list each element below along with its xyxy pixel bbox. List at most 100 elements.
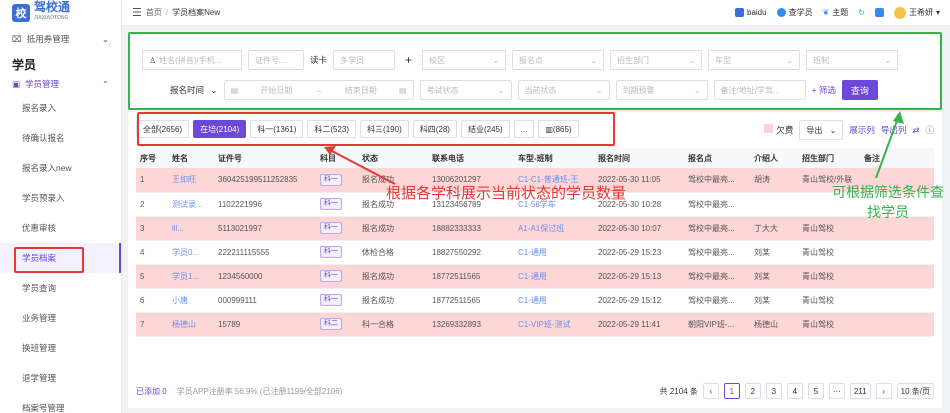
- remark-input[interactable]: 备注/地址/学驾...: [713, 80, 806, 100]
- export-columns-link[interactable]: 导出列: [881, 124, 907, 136]
- table-row[interactable]: 3 lll... 5113021997 科一 报名成功 18882333333 A1-A1保…: [136, 216, 934, 241]
- sidebar-item[interactable]: 优惠审核: [0, 213, 121, 243]
- refresh-button[interactable]: ↻: [858, 8, 865, 17]
- table-cell: 科一: [316, 288, 358, 313]
- sidebar-item[interactable]: 学员预录入: [0, 183, 121, 213]
- topbar-actions: baidu 查学员 ❦ 主题 ↻ 王希妍 ▾: [735, 6, 940, 19]
- table-row[interactable]: 6 小唐 000999111 科一 报名成功 18772511565 C1-通用 2022-0…: [136, 288, 934, 313]
- sidebar-item[interactable]: 退学管理: [0, 363, 121, 393]
- expire-warning-select[interactable]: 到期预警 ⌄: [615, 80, 708, 100]
- subject-tag: 科二: [320, 318, 342, 330]
- idno-input[interactable]: 证件号...: [248, 50, 304, 70]
- display-columns-link[interactable]: 展示列: [849, 124, 875, 136]
- multi-student-input[interactable]: 多学员: [333, 50, 396, 70]
- table-cell: [860, 240, 934, 265]
- table-cell[interactable]: C1-通用: [514, 240, 594, 265]
- menu-toggle-icon[interactable]: ☰: [132, 6, 142, 19]
- sidebar-item[interactable]: 换班管理: [0, 333, 121, 363]
- menu-highlight-box: [14, 247, 84, 273]
- export-select[interactable]: 导出 ⌄: [799, 120, 844, 140]
- name-search-input[interactable]: ♙ 姓名(拼音)/手机...: [142, 50, 242, 70]
- sidebar-group-label: 抵用券管理: [26, 34, 70, 44]
- table-row[interactable]: 4 学员0... 222211115555 科一 体检合格 18827550292 C1-通…: [136, 240, 934, 265]
- sidebar-item[interactable]: 报名录入new: [0, 153, 121, 183]
- added-count-link[interactable]: 已添加 0: [136, 386, 167, 397]
- table-cell[interactable]: C1-通用: [514, 264, 594, 289]
- table-cell: 6: [136, 288, 168, 313]
- page-button[interactable]: 2: [744, 383, 761, 399]
- more-filter-button[interactable]: + 筛选: [812, 84, 836, 96]
- table-cell[interactable]: 测试录...: [168, 192, 214, 217]
- page-button[interactable]: 211: [849, 383, 871, 399]
- read-card-button[interactable]: 读卡: [310, 54, 327, 66]
- table-cell[interactable]: 杨德山: [168, 312, 214, 337]
- swap-icon[interactable]: ⇄: [912, 125, 919, 136]
- student-icon: ▣: [12, 78, 21, 89]
- table-cell: 驾校中最亮...: [684, 216, 750, 241]
- table-cell[interactable]: C1-通用: [514, 288, 594, 313]
- page-button[interactable]: 1: [723, 383, 740, 399]
- owe-filter[interactable]: 欠费: [764, 124, 793, 136]
- table-cell: 2022-05-30 10:07: [594, 216, 684, 241]
- table-cell: 5113021997: [214, 216, 316, 241]
- sidebar-item[interactable]: 报名录入: [0, 93, 121, 123]
- table-cell: 驾校中最亮...: [684, 264, 750, 289]
- sidebar-item[interactable]: 业务管理: [0, 303, 121, 333]
- page-button[interactable]: 5: [807, 383, 824, 399]
- table-cell[interactable]: lll...: [168, 216, 214, 241]
- chevron-up-icon: ⌃: [101, 78, 109, 89]
- dept-select[interactable]: 招生部门 ⌄: [610, 50, 703, 70]
- table-cell: 2022-05-29 15:23: [594, 240, 684, 265]
- sidebar-item[interactable]: 档案号管理: [0, 393, 121, 413]
- user-icon: ♙: [149, 55, 157, 65]
- table-cell[interactable]: 小唐: [168, 288, 214, 313]
- table-cell: [860, 288, 934, 313]
- page-size-select[interactable]: 10 条/页: [896, 383, 934, 399]
- help-icon[interactable]: ⓘ: [925, 124, 934, 136]
- class-select[interactable]: 班制 ⌄: [806, 50, 899, 70]
- chevron-down-icon: ⌄: [590, 55, 598, 65]
- sidebar-item[interactable]: 待确认报名: [0, 123, 121, 153]
- message-button[interactable]: [874, 8, 884, 17]
- next-page-button[interactable]: ›: [875, 383, 892, 399]
- table-cell: 报名成功: [358, 216, 428, 241]
- table-cell: 000999111: [214, 288, 316, 313]
- viewer-link[interactable]: 查学员: [776, 7, 813, 18]
- table-cell: 2022-05-29 15:12: [594, 288, 684, 313]
- export-label: 导出: [806, 125, 823, 135]
- baidu-link[interactable]: baidu: [735, 8, 767, 17]
- table-cell[interactable]: A1-A1保过班: [514, 216, 594, 241]
- filter-panel: ♙ 姓名(拼音)/手机... 证件号... 读卡 多学员 + 校区 ⌄ 报名点 ⌄ 招…: [128, 32, 942, 110]
- sidebar-sub-student-mgmt[interactable]: ▣ 学员管理 ⌃: [0, 75, 121, 93]
- sidebar-section-title: 学员: [12, 58, 37, 72]
- table-cell: 3: [136, 216, 168, 241]
- campus-placeholder: 校区: [429, 55, 446, 65]
- table-cell[interactable]: C1-VIP班-测试: [514, 312, 594, 337]
- date-range-input[interactable]: ▤ 开始日期 → 结束日期 ▤: [223, 80, 414, 100]
- column-header: 联系电话: [428, 148, 514, 168]
- query-button[interactable]: 查询: [841, 80, 878, 100]
- add-button[interactable]: +: [405, 53, 412, 67]
- table-row[interactable]: 7 杨德山 15789 科二 科一合格 13269332893 C1-VIP班-测试 2022…: [136, 312, 934, 337]
- table-cell[interactable]: 学员1...: [168, 264, 214, 289]
- user-menu[interactable]: 王希妍 ▾: [893, 6, 940, 19]
- table-cell[interactable]: 学员0...: [168, 240, 214, 265]
- page-button[interactable]: 4: [786, 383, 803, 399]
- table-cell[interactable]: 王如旺: [168, 168, 214, 193]
- theme-link[interactable]: ❦ 主题: [823, 7, 849, 18]
- prev-page-button[interactable]: ‹: [702, 383, 719, 399]
- campus-select[interactable]: 校区 ⌄: [422, 50, 507, 70]
- point-select[interactable]: 报名点 ⌄: [512, 50, 605, 70]
- cartype-placeholder: 车型: [715, 55, 732, 65]
- page-button[interactable]: 3: [765, 383, 782, 399]
- sidebar-group-coupon[interactable]: ⌧ 抵用券管理 ⌄: [0, 26, 121, 52]
- breadcrumb-home[interactable]: 首页: [146, 7, 162, 18]
- table-row[interactable]: 5 学员1... 1234560000 科一 报名成功 18772511565 C1-通用 2…: [136, 264, 934, 289]
- cartype-select[interactable]: 车型 ⌄: [708, 50, 801, 70]
- exam-status-select[interactable]: 考试状态 ⌄: [419, 80, 512, 100]
- current-status-select[interactable]: 当前状态 ⌄: [517, 80, 610, 100]
- page-button[interactable]: ···: [828, 383, 845, 399]
- table-cell: 2022-05-29 11:41: [594, 312, 684, 337]
- sidebar-item[interactable]: 学员查询: [0, 273, 121, 303]
- table-cell: 18882333333: [428, 216, 514, 241]
